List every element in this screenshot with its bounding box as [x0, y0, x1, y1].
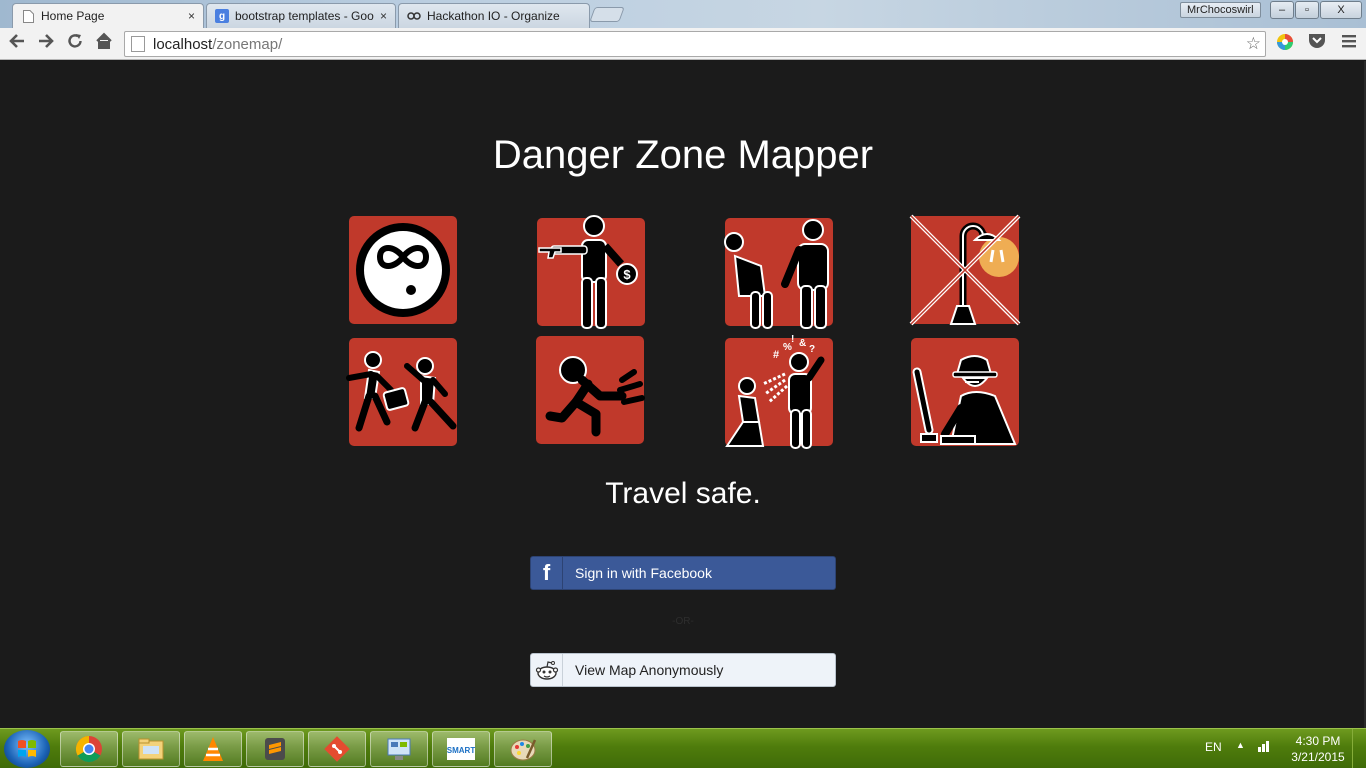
language-indicator[interactable]: EN — [1205, 740, 1222, 754]
svg-text:$: $ — [623, 267, 631, 282]
purse-snatching-icon[interactable] — [346, 338, 457, 446]
windows-taskbar: SMART EN ▲ 4:30 PM 3/21/2015 — [0, 728, 1366, 768]
google-icon: g — [215, 9, 229, 23]
smart-bro-icon[interactable]: SMART — [432, 731, 490, 767]
tab-bootstrap-templates[interactable]: g bootstrap templates - Goo × — [206, 3, 396, 28]
cyber-criminal-icon[interactable] — [911, 338, 1019, 446]
show-desktop-button[interactable] — [1352, 729, 1366, 768]
tab-title: bootstrap templates - Goo — [235, 9, 374, 23]
tab-close-icon[interactable]: × — [380, 9, 387, 23]
page-icon — [21, 9, 35, 23]
home-button[interactable] — [92, 32, 116, 56]
explorer-icon[interactable] — [122, 731, 180, 767]
svg-text:#: # — [773, 349, 779, 361]
color-picker-extension-icon[interactable] — [1274, 33, 1296, 55]
intoxicated-face-icon[interactable] — [349, 216, 457, 324]
browser-title-bar: Home Page × g bootstrap templates - Goo … — [0, 0, 1366, 28]
running-person-icon[interactable] — [536, 336, 645, 444]
url-host: localhost — [153, 35, 213, 53]
close-window-button[interactable]: X — [1320, 1, 1362, 19]
page-content: Danger Zone Mapper $ # % ! & ? Travel sa… — [0, 61, 1366, 729]
or-separator: -OR- — [672, 616, 694, 627]
chrome-icon[interactable] — [60, 731, 118, 767]
armed-robbery-icon[interactable]: $ — [537, 215, 645, 329]
verbal-abuse-icon[interactable]: # % ! & ? — [725, 334, 833, 449]
reload-button[interactable] — [63, 32, 87, 56]
new-tab-button[interactable] — [589, 7, 625, 22]
sublime-icon[interactable] — [246, 731, 304, 767]
start-button[interactable] — [4, 730, 50, 768]
windows-logo-icon — [18, 740, 36, 757]
minimize-button[interactable]: – — [1270, 1, 1294, 19]
back-button[interactable] — [5, 32, 29, 56]
tagline: Travel safe. — [605, 477, 761, 510]
tab-hackathon-io[interactable]: Hackathon IO - Organize — [398, 3, 590, 28]
anonymous-button-label: View Map Anonymously — [575, 662, 724, 678]
clock-date[interactable]: 3/21/2015 — [1287, 750, 1349, 764]
tab-home-page[interactable]: Home Page × — [12, 3, 204, 28]
harassment-icon[interactable] — [724, 218, 833, 329]
reddit-alien-icon — [531, 654, 563, 686]
pocket-extension-icon[interactable] — [1306, 33, 1328, 55]
git-icon[interactable] — [308, 731, 366, 767]
svg-text:!: ! — [791, 334, 794, 345]
facebook-button-label: Sign in with Facebook — [575, 565, 712, 581]
forward-button[interactable] — [34, 32, 58, 56]
tab-close-icon[interactable]: × — [188, 9, 195, 23]
tab-title: Hackathon IO - Organize — [427, 9, 560, 23]
network-icon[interactable] — [1256, 738, 1272, 757]
url-path: /zonemap/ — [212, 35, 283, 53]
sign-in-facebook-button[interactable]: f Sign in with Facebook — [530, 556, 836, 590]
vlc-icon[interactable] — [184, 731, 242, 767]
forward-arrow-icon — [39, 34, 54, 48]
view-map-anonymously-button[interactable]: View Map Anonymously — [530, 653, 836, 687]
hackathon-icon — [407, 9, 421, 23]
reload-icon — [68, 34, 82, 48]
maximize-button[interactable]: ▫ — [1295, 1, 1319, 19]
control-panel-icon[interactable] — [370, 731, 428, 767]
no-streetlight-icon[interactable] — [909, 214, 1021, 326]
show-hidden-icons-button[interactable]: ▲ — [1236, 740, 1245, 750]
page-title: Danger Zone Mapper — [492, 133, 874, 177]
paint-icon[interactable] — [494, 731, 552, 767]
chrome-menu-icon[interactable] — [1338, 33, 1360, 55]
browser-toolbar: localhost/zonemap/ ☆ — [0, 28, 1366, 60]
svg-text:?: ? — [809, 344, 815, 355]
facebook-icon: f — [531, 557, 563, 589]
home-icon — [96, 32, 112, 49]
svg-text:SMART: SMART — [447, 746, 476, 755]
svg-text:&: & — [799, 338, 806, 349]
page-icon — [131, 36, 145, 52]
clock-time[interactable]: 4:30 PM — [1287, 734, 1349, 748]
back-arrow-icon — [9, 34, 24, 48]
profile-badge[interactable]: MrChocoswirl — [1180, 2, 1261, 18]
bookmark-star-icon[interactable]: ☆ — [1246, 34, 1261, 54]
address-bar[interactable]: localhost/zonemap/ ☆ — [124, 31, 1266, 57]
tab-title: Home Page — [41, 9, 105, 23]
